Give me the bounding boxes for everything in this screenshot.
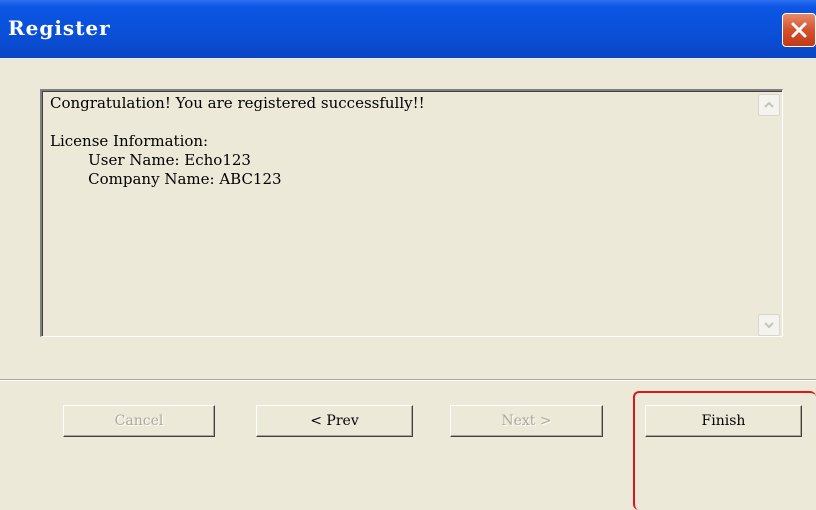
chevron-up-icon [764, 101, 774, 108]
user-name-line: User Name: Echo123 [50, 151, 251, 169]
close-icon [791, 22, 807, 38]
close-button[interactable] [782, 13, 816, 47]
scroll-down-button[interactable] [758, 314, 780, 336]
cancel-button[interactable]: Cancel [63, 405, 215, 437]
vertical-scrollbar[interactable] [758, 94, 780, 336]
finish-highlight-box [633, 391, 816, 510]
chevron-down-icon [764, 322, 774, 329]
license-info-text: Congratulation! You are registered succe… [50, 94, 425, 189]
prev-button[interactable]: < Prev [256, 405, 413, 437]
separator-highlight [0, 380, 816, 381]
success-message: Congratulation! You are registered succe… [50, 94, 425, 112]
license-info-textarea[interactable]: Congratulation! You are registered succe… [40, 89, 783, 337]
scroll-up-button[interactable] [758, 94, 780, 116]
license-info-heading: License Information: [50, 132, 209, 150]
window-title: Register [8, 16, 111, 40]
dialog-body: Congratulation! You are registered succe… [0, 58, 816, 510]
company-name-line: Company Name: ABC123 [50, 170, 282, 188]
title-bar: Register [0, 0, 816, 58]
next-button[interactable]: Next > [450, 405, 603, 437]
